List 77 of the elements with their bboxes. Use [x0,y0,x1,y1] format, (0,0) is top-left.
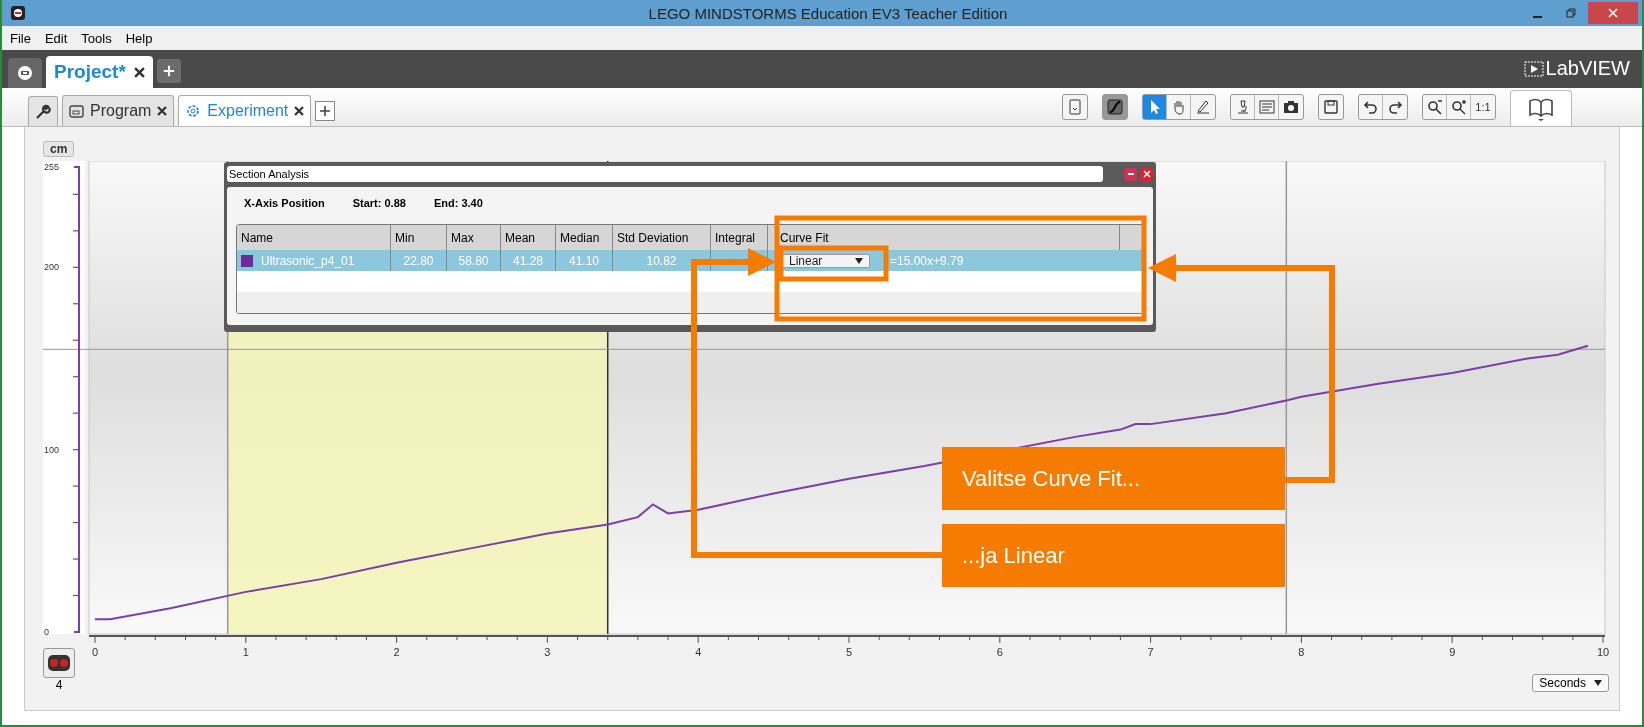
curve-icon [1107,99,1123,115]
window-title: LEGO MINDSTORMS Education EV3 Teacher Edition [648,4,1008,22]
table-cell: 41.28 [501,250,556,271]
help-book-button[interactable] [1510,90,1572,126]
gear-icon [185,103,202,119]
x-axis-position-label: X-Axis Position [244,197,325,209]
x-tick-label: 7 [1147,646,1154,658]
y-tick-label: 100 [44,444,60,455]
zoom-in-icon [1450,99,1467,115]
add-project-button[interactable] [156,59,181,83]
redo-icon [1387,99,1403,115]
window-icon [69,104,84,118]
x-tick-label: 4 [695,646,702,658]
labview-logo: LabVIEW [1523,57,1630,80]
page-icon [1067,99,1083,115]
fit-equation: =15.00x+9.79 [890,253,964,268]
close-icon [1608,8,1618,18]
restore-icon [1566,8,1576,18]
minimize-icon [1532,16,1542,18]
dropdown-arrow-icon [1594,680,1602,686]
unit-label[interactable]: cm [43,141,75,157]
y-tick-label: 255 [44,162,60,172]
x-tick-label: 10 [1596,646,1609,658]
menu-item[interactable]: File [10,30,31,46]
y-tick-label: 0 [44,627,49,637]
settings-tab[interactable] [28,96,58,126]
close-button[interactable] [1140,167,1153,181]
panel-title: Section Analysis [227,166,1103,182]
plus-icon [319,105,332,117]
pen-icon [1195,99,1211,115]
menu-item[interactable]: Tools [81,30,112,46]
plus-icon [162,64,175,78]
x-tick-label: 6 [996,646,1003,658]
app-logo-icon [10,5,26,21]
pointer-button[interactable] [1143,95,1167,119]
project-tab[interactable]: Project* [46,56,153,88]
x-tick-label: 2 [393,646,400,658]
camera-icon [1283,99,1299,115]
dropdown-arrow-icon [855,257,863,264]
close-icon[interactable] [133,66,145,78]
callout-label: Valitse Curve Fit... [942,447,1285,510]
table-cell: 58.80 [447,250,501,271]
editor-tab[interactable]: Experiment [178,95,312,126]
editor-tab[interactable]: Program [62,95,175,126]
minimize-icon [1126,170,1135,178]
table-cell: 41.10 [556,250,613,271]
port-number: 4 [55,678,63,692]
close-icon[interactable] [294,106,305,116]
save-icon [1323,99,1339,115]
x-tick-label: 3 [544,646,551,658]
add-tab-button[interactable] [315,101,336,121]
start-value: Start: 0.88 [352,197,406,209]
table-cell: 10.82 [613,250,711,271]
end-value: End: 3.40 [433,197,483,209]
lobby-button[interactable] [8,58,42,88]
time-unit-dropdown[interactable]: Seconds [1532,674,1609,692]
curve-button[interactable] [1103,95,1127,119]
zoom-out-icon [1426,99,1443,115]
callout-label: ...ja Linear [942,524,1285,587]
x-tick-label: 8 [1298,646,1305,658]
curve-fit-dropdown[interactable]: Linear [782,253,870,268]
menu-item[interactable]: Help [125,30,153,46]
series-name: Ultrasonic_p4_01 [261,253,355,268]
menu-item[interactable]: Edit [44,30,68,46]
sensor-button[interactable] [43,648,75,678]
x-tick-label: 9 [1449,646,1456,658]
x-tick-label: 5 [845,646,853,658]
y-tick-label: 200 [44,262,60,273]
table-cell: 22.80 [391,250,447,271]
x-tick-label: 1 [242,646,249,658]
x-tick-label: 0 [91,646,99,658]
table-row[interactable]: Ultrasonic_p4_01 22.80 58.80 41.28 41.10 10.82 Linear =15.00x+9.79 [237,250,1143,271]
undo-icon [1362,99,1379,115]
notes-icon [1258,99,1275,115]
close-icon [1142,170,1151,178]
close-icon[interactable] [157,106,168,116]
minimize-button[interactable] [1124,167,1137,181]
